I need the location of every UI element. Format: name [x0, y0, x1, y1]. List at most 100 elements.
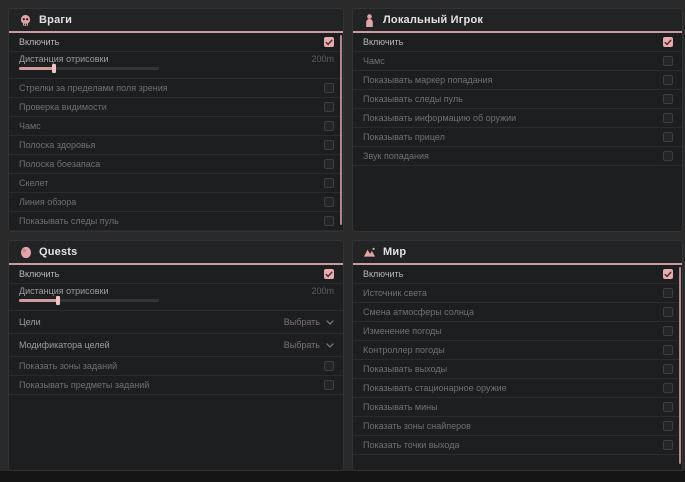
- row-toggle: Чамс: [353, 52, 682, 71]
- checkbox[interactable]: [663, 421, 673, 431]
- toggle-label: Чамс: [363, 56, 385, 66]
- toggle-label: Смена атмосферы солнца: [363, 307, 474, 317]
- orb-icon: [19, 246, 32, 259]
- panel-world: МирВключить Источник света Смена атмосферы…: [352, 240, 683, 471]
- row-select: Цели Выбрать: [9, 311, 343, 334]
- row-toggle: Показать зоны снайперов: [353, 417, 682, 436]
- panel-body: ВключитьДистанция отрисовки200mЦелиВыбра…: [9, 265, 343, 395]
- panel-header-local-player: Локальный Игрок: [353, 9, 682, 33]
- checkbox[interactable]: [663, 402, 673, 412]
- row-toggle: Включить: [353, 33, 682, 52]
- row-toggle: Звук попадания: [353, 147, 682, 166]
- toggle-label: Полоска здоровья: [19, 140, 95, 150]
- toggle-label: Показать зоны заданий: [19, 361, 117, 371]
- checkbox[interactable]: [324, 121, 334, 131]
- row-toggle: Изменение погоды: [353, 322, 682, 341]
- checkbox[interactable]: [663, 307, 673, 317]
- row-toggle: Контроллер погоды: [353, 341, 682, 360]
- check-icon: [664, 39, 672, 46]
- slider-handle[interactable]: [52, 64, 56, 73]
- check-icon: [664, 271, 672, 278]
- row-toggle: Линия обзора: [9, 193, 343, 212]
- draw-distance-slider[interactable]: [19, 67, 159, 70]
- toggle-label: Проверка видимости: [19, 102, 107, 112]
- checkbox[interactable]: [663, 364, 673, 374]
- check-icon: [325, 39, 333, 46]
- select-value: Выбрать: [284, 340, 320, 350]
- checkbox[interactable]: [663, 75, 673, 85]
- checkbox[interactable]: [324, 361, 334, 371]
- row-toggle: Скелет: [9, 174, 343, 193]
- slider-label: Дистанция отрисовки: [19, 54, 109, 64]
- panel-body: Включить Дистанция отрисовки200m Стрелки з…: [9, 33, 343, 231]
- row-toggle: Показывать мины: [353, 398, 682, 417]
- bottom-strip: [0, 471, 685, 482]
- row-toggle: Стрелки за пределами поля зрения: [9, 79, 343, 98]
- checkbox[interactable]: [663, 383, 673, 393]
- select-dropdown[interactable]: Выбрать: [284, 317, 334, 327]
- row-toggle: Включить: [9, 33, 343, 52]
- panel-enemies: Враги Включить Дистанция отрисовки200m Стре…: [8, 8, 344, 232]
- select-label: Цели: [19, 317, 41, 327]
- checkbox[interactable]: [324, 83, 334, 93]
- row-toggle: Показывать следы пуль: [353, 90, 682, 109]
- row-toggle: Показывать выходы: [353, 360, 682, 379]
- row-toggle: Смена атмосферы солнца: [353, 303, 682, 322]
- toggle-label: Показывать информацию об оружии: [363, 113, 516, 123]
- row-toggle: Источник света: [353, 284, 682, 303]
- draw-distance-slider[interactable]: [19, 299, 159, 302]
- checkbox[interactable]: [663, 132, 673, 142]
- checkbox[interactable]: [663, 345, 673, 355]
- checkbox[interactable]: [663, 269, 673, 279]
- panel-header-quests: Quests: [9, 241, 343, 265]
- row-toggle: Показывать прицел: [353, 128, 682, 147]
- slider-handle[interactable]: [56, 296, 60, 305]
- checkbox[interactable]: [324, 37, 334, 47]
- checkbox[interactable]: [663, 94, 673, 104]
- slider-value: 200m: [311, 286, 334, 296]
- row-toggle: Чамс: [9, 117, 343, 136]
- panel-header-world: Мир: [353, 241, 682, 265]
- checkbox[interactable]: [324, 269, 334, 279]
- toggle-label: Скелет: [19, 178, 48, 188]
- checkbox[interactable]: [663, 37, 673, 47]
- row-toggle: Проверка видимости: [9, 98, 343, 117]
- toggle-label: Изменение погоды: [363, 326, 442, 336]
- panel-title: Локальный Игрок: [383, 14, 483, 26]
- checkbox[interactable]: [663, 113, 673, 123]
- panel-local-player: Локальный Игрок Включить Чамс Показывать ма…: [352, 8, 683, 232]
- chevron-down-icon: [326, 343, 334, 348]
- panel-scrollbar[interactable]: [679, 267, 681, 464]
- toggle-label: Показывать стационарное оружие: [363, 383, 507, 393]
- checkbox[interactable]: [663, 440, 673, 450]
- chevron-down-icon: [326, 320, 334, 325]
- select-dropdown[interactable]: Выбрать: [284, 340, 334, 350]
- checkbox[interactable]: [663, 326, 673, 336]
- toggle-label: Показывать выходы: [363, 364, 447, 374]
- checkbox[interactable]: [663, 56, 673, 66]
- row-toggle: Включить: [353, 265, 682, 284]
- checkbox[interactable]: [324, 380, 334, 390]
- checkbox[interactable]: [663, 151, 673, 161]
- row-toggle: Показать точки выхода: [353, 436, 682, 455]
- checkbox[interactable]: [324, 140, 334, 150]
- panel-scrollbar[interactable]: [340, 35, 342, 225]
- row-toggle: Включить: [9, 265, 343, 284]
- checkbox[interactable]: [324, 159, 334, 169]
- checkbox[interactable]: [324, 178, 334, 188]
- toggle-label: Источник света: [363, 288, 427, 298]
- toggle-label: Контроллер погоды: [363, 345, 445, 355]
- checkbox[interactable]: [324, 197, 334, 207]
- panel-header-enemies: Враги: [9, 9, 343, 33]
- checkbox[interactable]: [324, 216, 334, 226]
- slider-label-row: Дистанция отрисовки200m: [19, 54, 334, 64]
- check-icon: [325, 271, 333, 278]
- checkbox[interactable]: [663, 288, 673, 298]
- select-label: Модификатора целей: [19, 340, 110, 350]
- row-toggle: Показывать маркер попадания: [353, 71, 682, 90]
- select-value: Выбрать: [284, 317, 320, 327]
- panel-title: Враги: [39, 14, 72, 26]
- person-icon: [363, 14, 376, 27]
- row-toggle: Показывать следы пуль: [9, 212, 343, 231]
- checkbox[interactable]: [324, 102, 334, 112]
